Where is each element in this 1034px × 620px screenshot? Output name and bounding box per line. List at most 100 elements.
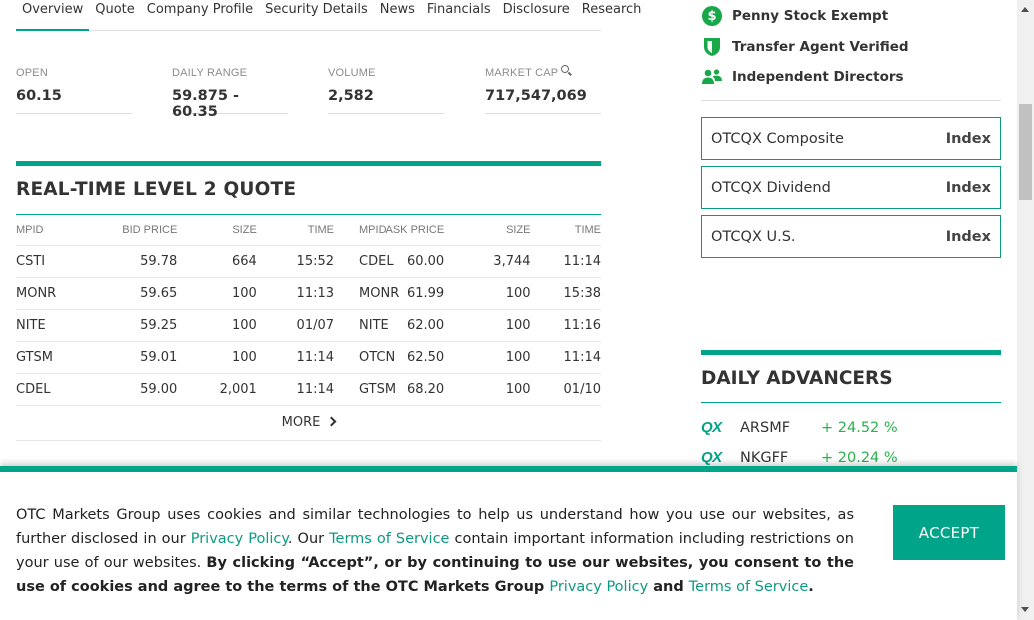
table-row: GTSM 59.01 100 11:14 OTCN 62.50 100 11:14: [16, 341, 601, 374]
cell-size-ask: 100: [444, 309, 531, 342]
cell-mpid: NITE: [16, 309, 85, 342]
advancer-row[interactable]: QX NKGFF + 20.24 %: [701, 449, 898, 466]
cell-size: 100: [177, 277, 257, 310]
badge-transfer-agent-verified: Transfer Agent Verified: [701, 35, 909, 59]
market-tier-logo: QX: [701, 419, 722, 436]
cell-time: 01/07: [256, 309, 335, 342]
cell-ask-group: OTCN 62.50: [334, 341, 445, 374]
cookie-banner: OTC Markets Group uses cookies and simil…: [0, 466, 1017, 620]
stat-label: VOLUME: [328, 67, 376, 79]
index-tag: Index: [945, 130, 991, 147]
cell-mpid-ask: NITE: [359, 318, 389, 333]
badge-label: Transfer Agent Verified: [732, 39, 909, 55]
badge-independent-directors: Independent Directors: [701, 65, 904, 89]
cell-mpid-ask: GTSM: [359, 382, 397, 397]
cell-bid-price: 59.01: [84, 341, 178, 374]
scroll-up-arrow-icon[interactable]: [1021, 7, 1029, 12]
tab-overview[interactable]: Overview: [16, 0, 90, 31]
divider: [701, 100, 1001, 101]
cell-size: 664: [177, 245, 257, 278]
level2-table: MPID BID PRICE SIZE TIME MPID ASK PRICE S…: [16, 214, 601, 406]
level2-title: REAL-TIME LEVEL 2 QUOTE: [16, 179, 297, 200]
cell-size-ask: 100: [444, 341, 531, 374]
cell-ask-group: CDEL 60.00: [334, 245, 445, 278]
page-scrollbar[interactable]: [1017, 0, 1034, 620]
section-accent-bar: [16, 161, 601, 166]
cell-ask-price: 60.00: [406, 254, 445, 269]
stat-label: DAILY RANGE: [172, 67, 248, 79]
people-icon: [701, 66, 723, 88]
market-cap-label: MARKET CAP: [485, 67, 559, 79]
cell-time: 11:14: [256, 341, 335, 374]
more-link[interactable]: MORE: [16, 406, 601, 441]
stat-value: 60.15: [16, 88, 62, 104]
cell-size-ask: 100: [444, 277, 531, 310]
tab-news[interactable]: News: [374, 0, 421, 31]
advancer-change: + 20.24 %: [821, 449, 898, 466]
index-name: OTCQX U.S.: [711, 228, 796, 245]
cell-size: 100: [177, 341, 257, 374]
cell-time: 11:13: [256, 277, 335, 310]
cell-size-ask: 3,744: [444, 245, 531, 278]
col-header-mpid-ask: MPID ASK PRICE: [334, 214, 445, 246]
col-header-size: SIZE: [177, 214, 257, 246]
cell-time-ask: 11:14: [530, 245, 601, 278]
cell-bid-price: 59.00: [84, 373, 178, 406]
stat-value: 59.875 - 60.35: [172, 88, 240, 120]
privacy-policy-link[interactable]: Privacy Policy: [191, 531, 288, 547]
index-otcqx-composite[interactable]: OTCQX Composite Index: [701, 117, 1001, 160]
table-header-row: MPID BID PRICE SIZE TIME MPID ASK PRICE S…: [16, 214, 601, 246]
tab-security-details[interactable]: Security Details: [259, 0, 374, 31]
cell-ask-price: 61.99: [406, 286, 445, 301]
cell-mpid: MONR: [16, 277, 85, 310]
advancer-row[interactable]: QX ARSMF + 24.52 %: [701, 419, 898, 436]
cell-ask-group: MONR 61.99: [334, 277, 445, 310]
dollar-circle-icon: $: [701, 5, 723, 27]
stat-value: 2,582: [328, 88, 374, 104]
index-name: OTCQX Composite: [711, 130, 844, 147]
section-accent-bar: [701, 350, 1001, 355]
scrollbar-thumb[interactable]: [1019, 104, 1032, 200]
divider: [701, 402, 1001, 403]
cell-ask-group: GTSM 68.20: [334, 373, 445, 406]
privacy-policy-link-2[interactable]: Privacy Policy: [549, 579, 648, 595]
scroll-down-arrow-icon[interactable]: [1021, 607, 1029, 612]
table-row: NITE 59.25 100 01/07 NITE 62.00 100 11:16: [16, 309, 601, 342]
col-header-size-ask: SIZE: [444, 214, 531, 246]
cell-time-ask: 11:14: [530, 341, 601, 374]
accept-button[interactable]: ACCEPT: [893, 505, 1005, 560]
stat-market-cap: MARKET CAP 717,547,069: [485, 65, 601, 114]
index-tag: Index: [945, 228, 991, 245]
cell-ask-price: 68.20: [406, 382, 445, 397]
shield-icon: [701, 36, 723, 58]
cell-mpid: CSTI: [16, 245, 85, 278]
magnifier-icon[interactable]: [561, 65, 570, 73]
tab-company-profile[interactable]: Company Profile: [141, 0, 259, 31]
stat-open: OPEN 60.15: [16, 67, 132, 114]
table-row: MONR 59.65 100 11:13 MONR 61.99 100 15:38: [16, 277, 601, 310]
col-header-mpid-ask-label: MPID: [359, 224, 387, 236]
cell-bid-price: 59.25: [84, 309, 178, 342]
index-otcqx-us[interactable]: OTCQX U.S. Index: [701, 215, 1001, 258]
cell-mpid: CDEL: [16, 373, 85, 406]
col-header-time-ask: TIME: [530, 214, 601, 246]
cookie-and-text: and: [648, 579, 689, 595]
cell-time: 15:52: [256, 245, 335, 278]
tab-financials[interactable]: Financials: [421, 0, 497, 31]
stat-value: 717,547,069: [485, 88, 587, 104]
terms-of-service-link-2[interactable]: Terms of Service: [689, 579, 808, 595]
cell-mpid-ask: CDEL: [359, 254, 394, 269]
cookie-period: .: [808, 579, 814, 595]
cell-bid-price: 59.78: [84, 245, 178, 278]
tab-research[interactable]: Research: [576, 0, 648, 31]
tab-disclosure[interactable]: Disclosure: [497, 0, 576, 31]
badge-label: Independent Directors: [732, 69, 904, 85]
cell-time-ask: 15:38: [530, 277, 601, 310]
cell-bid-price: 59.65: [84, 277, 178, 310]
index-otcqx-dividend[interactable]: OTCQX Dividend Index: [701, 166, 1001, 209]
tab-quote[interactable]: Quote: [89, 0, 141, 31]
cell-ask-price: 62.50: [406, 350, 445, 365]
table-row: CSTI 59.78 664 15:52 CDEL 60.00 3,744 11:…: [16, 245, 601, 278]
terms-of-service-link[interactable]: Terms of Service: [329, 531, 449, 547]
market-tier-logo: QX: [701, 449, 722, 466]
